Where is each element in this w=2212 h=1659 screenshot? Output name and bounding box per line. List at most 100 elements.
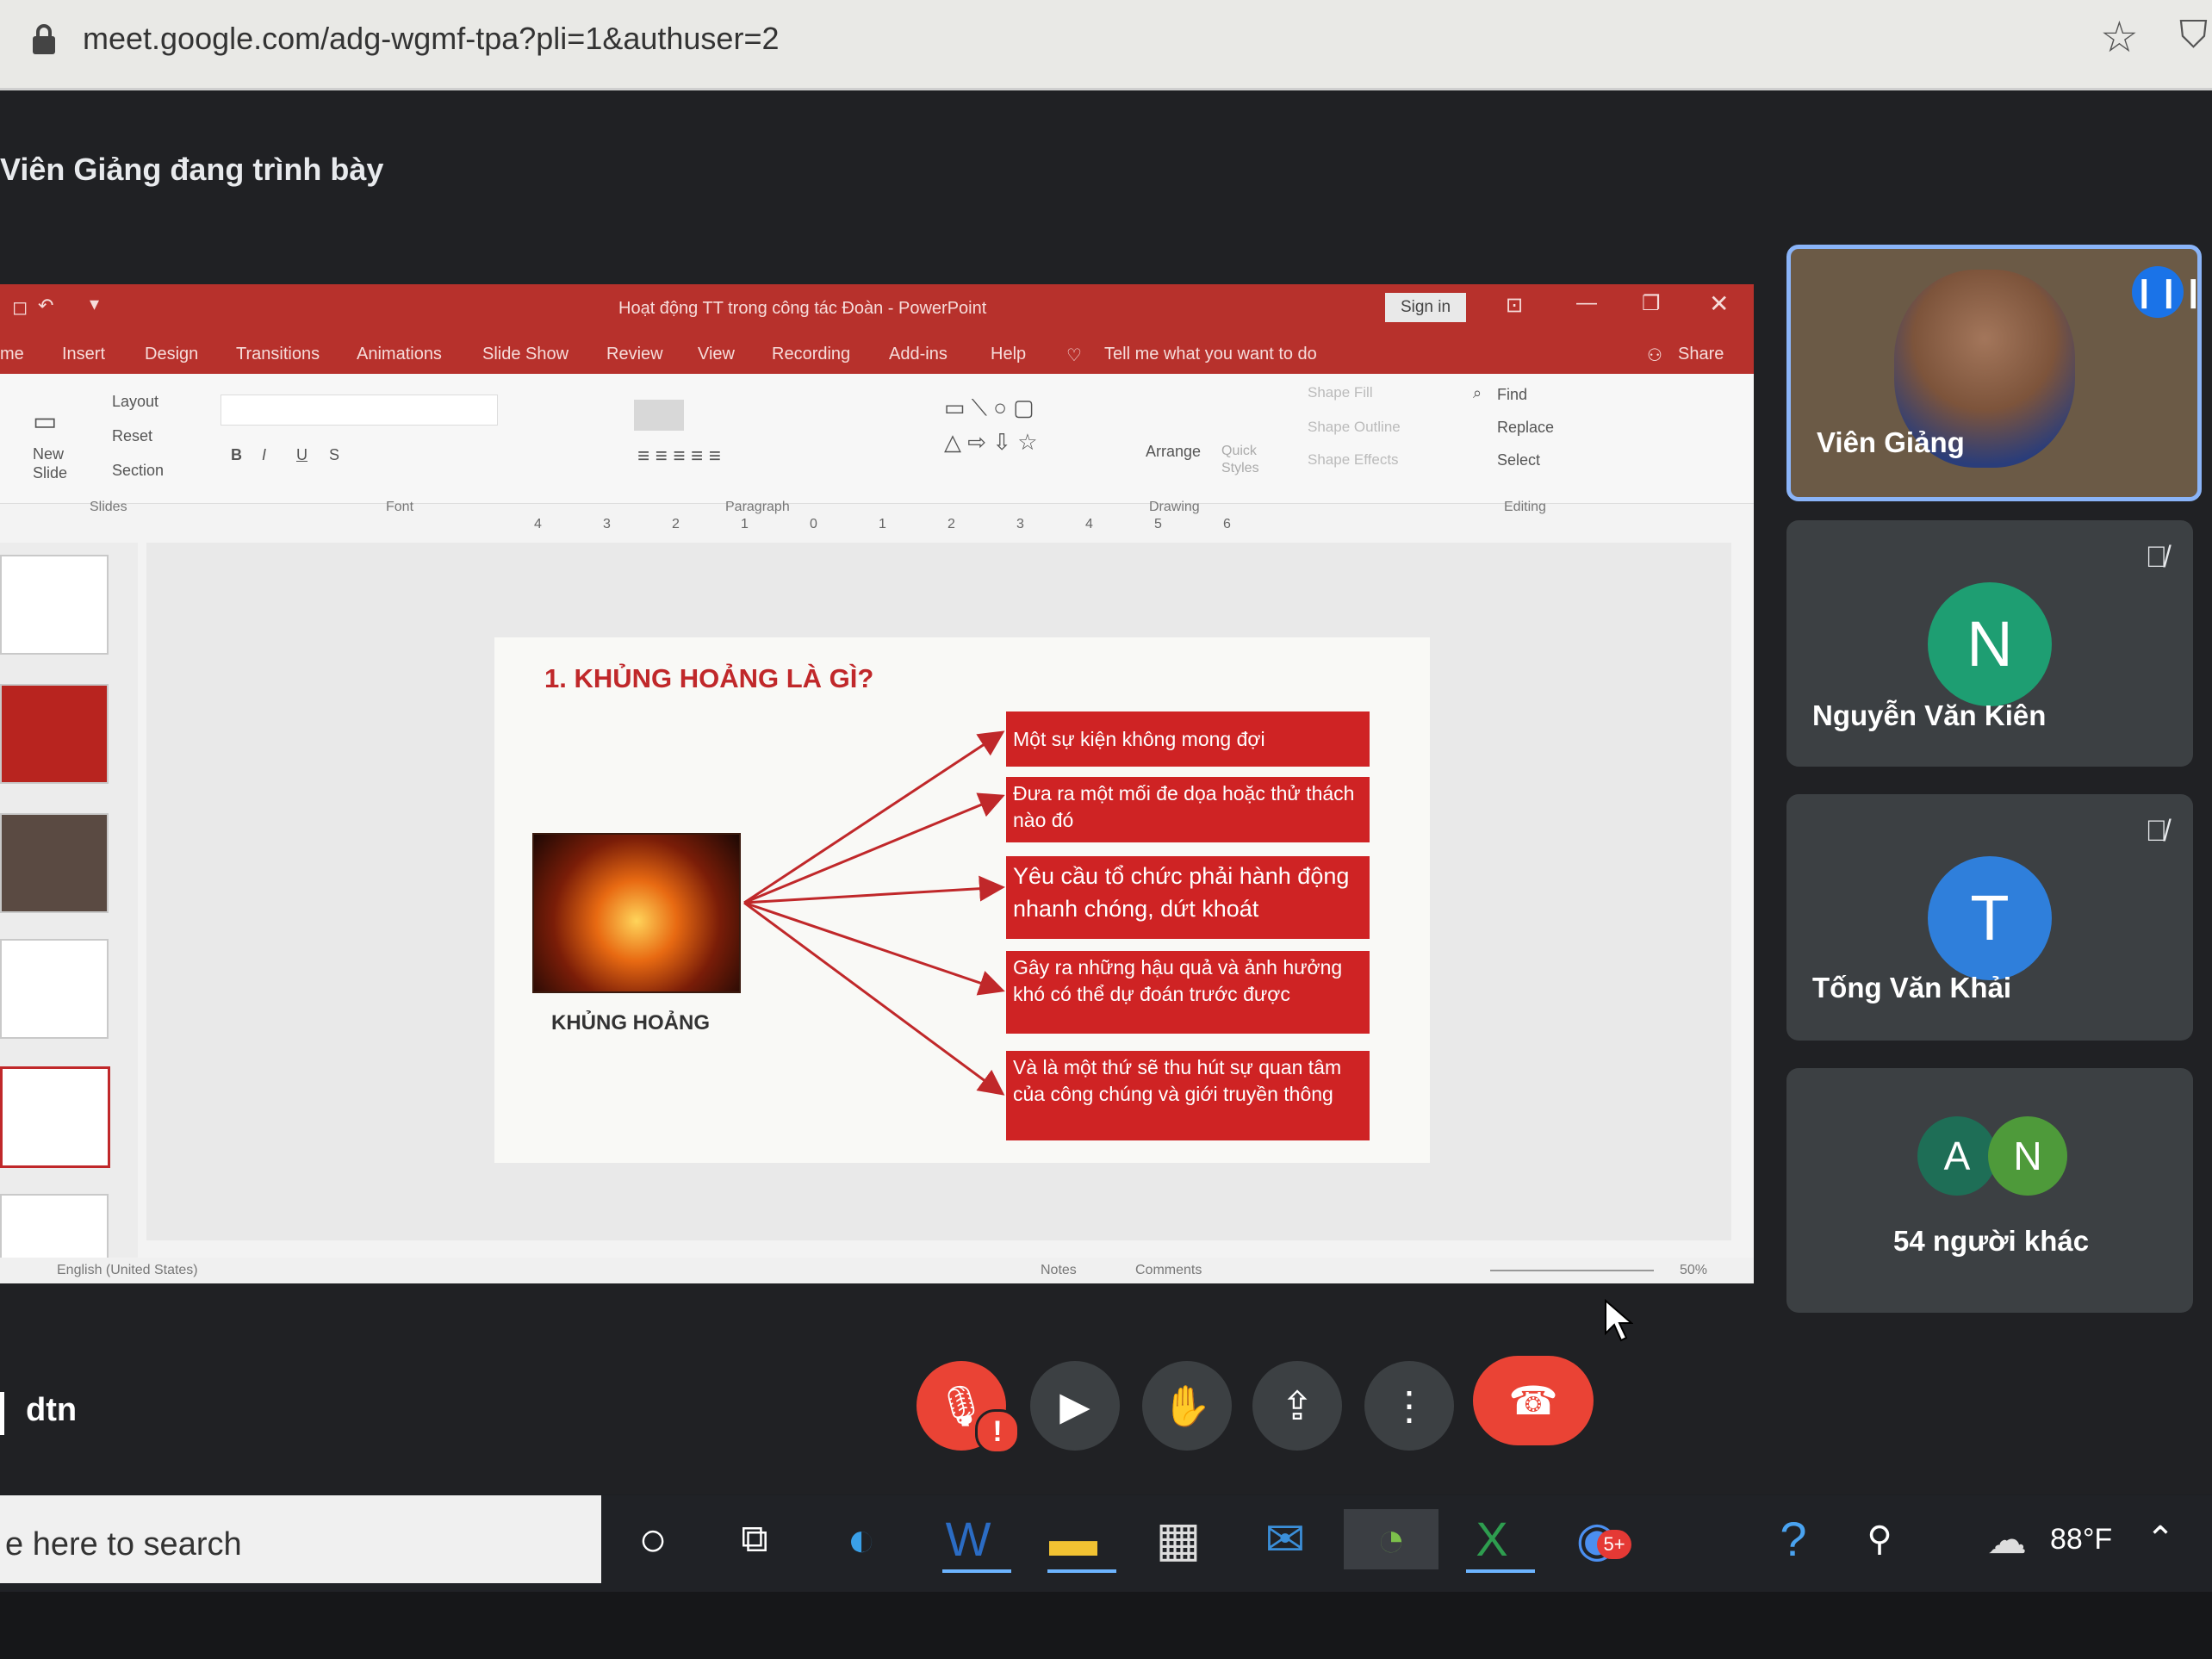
close-icon[interactable]: ✕ (1709, 289, 1729, 318)
arrange-button[interactable]: Arrange (1146, 443, 1201, 461)
participant-tile[interactable]: 🎙̸ T Tống Văn Khải (1786, 794, 2193, 1041)
tab-design[interactable]: Design (145, 345, 198, 364)
tab-slide-show[interactable]: Slide Show (482, 345, 569, 364)
tab-review[interactable]: Review (606, 345, 663, 364)
ppt-titlebar: ◻ ↶ ▾ Hoạt động TT trong công tác Đoàn -… (0, 284, 1754, 334)
tell-me-search[interactable]: Tell me what you want to do (1104, 345, 1317, 364)
avatar: N (1928, 582, 2052, 706)
shapes-gallery-icon[interactable]: ▭ ⟍ ○ ▢ (944, 395, 1035, 422)
underline-icon[interactable]: U (296, 446, 308, 464)
italic-icon[interactable]: I (262, 446, 266, 464)
notes-button[interactable]: Notes (1041, 1263, 1077, 1278)
shared-powerpoint-window: ◻ ↶ ▾ Hoạt động TT trong công tác Đoàn -… (0, 284, 1754, 1283)
qat-dropdown-icon[interactable]: ▾ (90, 293, 99, 315)
word-icon[interactable]: W (932, 1509, 1004, 1569)
maximize-icon[interactable]: ❐ (1642, 291, 1661, 316)
tab-insert[interactable]: Insert (62, 345, 105, 364)
people-icon[interactable]: ⚲ (1843, 1509, 1916, 1569)
tab-help[interactable]: Help (991, 345, 1026, 364)
camera-toggle-button[interactable]: ▶ (1030, 1361, 1120, 1451)
url-text[interactable]: meet.google.com/adg-wgmf-tpa?pli=1&authu… (83, 21, 780, 57)
slide-thumbnail-selected[interactable] (0, 1066, 110, 1168)
current-slide[interactable]: 1. KHỦNG HOẢNG LÀ GÌ? KHỦNG HOẢNG Một sự… (494, 637, 1430, 1163)
task-view-icon[interactable]: ⧉ (718, 1509, 791, 1569)
tab-animations[interactable]: Animations (357, 345, 442, 364)
slide-thumbnail[interactable] (0, 939, 109, 1039)
new-slide-button[interactable]: New Slide (33, 444, 76, 482)
definition-box: Và là một thứ sẽ thu hút sự quan tâm của… (1006, 1051, 1370, 1140)
definition-box: Một sự kiện không mong đợi (1006, 711, 1370, 767)
slide-thumbnails-pane (0, 543, 138, 1283)
layout-button[interactable]: Layout (112, 393, 158, 411)
sign-in-button[interactable]: Sign in (1385, 293, 1466, 322)
shape-effects-button[interactable]: Shape Effects (1308, 451, 1399, 469)
cortana-icon[interactable]: ○ (617, 1509, 689, 1569)
others-tile[interactable]: A N 54 người khác (1786, 1068, 2193, 1313)
slide-thumbnail[interactable] (0, 684, 109, 784)
tab-home[interactable]: me (0, 345, 24, 364)
tab-recording[interactable]: Recording (772, 345, 850, 364)
reset-button[interactable]: Reset (112, 427, 152, 445)
slide-thumbnail[interactable] (0, 813, 109, 913)
tab-view[interactable]: View (698, 345, 735, 364)
shape-outline-button[interactable]: Shape Outline (1308, 419, 1401, 436)
minimize-icon[interactable]: — (1576, 291, 1597, 315)
group-slides-label: Slides (90, 500, 127, 514)
help-icon[interactable]: ? (1757, 1509, 1830, 1569)
shape-fill-button[interactable]: Shape Fill (1308, 384, 1373, 401)
replace-button[interactable]: Replace (1497, 419, 1554, 437)
bold-icon[interactable]: B (231, 446, 242, 464)
more-options-icon[interactable]: ⋮ (1364, 1361, 1454, 1451)
browser-url-bar[interactable]: meet.google.com/adg-wgmf-tpa?pli=1&authu… (0, 0, 2212, 90)
excel-icon[interactable]: X (1456, 1509, 1528, 1569)
file-explorer-icon[interactable]: ▬ (1037, 1509, 1109, 1569)
save-icon[interactable]: ◻ (12, 296, 28, 319)
app-running-indicator (1466, 1569, 1535, 1573)
zoom-slider[interactable] (1490, 1270, 1654, 1271)
undo-icon[interactable]: ↶ (38, 295, 53, 317)
font-name-box[interactable] (221, 395, 498, 426)
find-button[interactable]: Find (1497, 386, 1527, 404)
quick-styles-button[interactable]: Quick Styles (1221, 443, 1259, 477)
align-icon[interactable]: ≡ ≡ ≡ ≡ ≡ (637, 444, 721, 469)
edge-icon[interactable]: ◐ (825, 1509, 898, 1569)
slide-thumbnail[interactable] (0, 555, 109, 655)
bookmark-star-icon[interactable]: ☆ (2100, 12, 2139, 62)
lock-icon (33, 24, 55, 54)
shield-icon[interactable]: ⛉ (2179, 14, 2208, 57)
weather-temperature[interactable]: 88°F (2050, 1509, 2112, 1569)
ribbon-display-icon[interactable]: ⊡ (1506, 293, 1523, 318)
leave-call-button[interactable]: ☎ (1473, 1356, 1594, 1445)
weather-cloud-icon: ☁ (1987, 1517, 2027, 1562)
present-screen-button[interactable]: ⇪ (1252, 1361, 1342, 1451)
select-button[interactable]: Select (1497, 451, 1540, 469)
text-box-gallery[interactable] (634, 400, 684, 431)
participant-tile[interactable]: 🎙̸ N Nguyễn Văn Kiên (1786, 520, 2193, 767)
zoom-level[interactable]: 50% (1680, 1263, 1707, 1278)
app-running-indicator (942, 1569, 1011, 1573)
share-button[interactable]: Share (1678, 345, 1724, 364)
participant-tile-presenter[interactable]: ❙❙❙ Viên Giảng (1786, 245, 2202, 501)
taskbar-search-box[interactable]: e here to search (0, 1495, 601, 1583)
section-button[interactable]: Section (112, 462, 164, 480)
group-drawing-label: Drawing (1149, 500, 1200, 514)
tab-add-ins[interactable]: Add-ins (889, 345, 948, 364)
group-font-label: Font (386, 500, 414, 514)
app-icon-active[interactable]: ◔ (1344, 1509, 1438, 1569)
language-status[interactable]: English (United States) (57, 1263, 198, 1278)
meeting-details-label[interactable]: dtn (26, 1392, 77, 1429)
strike-icon[interactable]: S (329, 446, 339, 464)
speaking-indicator-icon: ❙❙❙ (2132, 266, 2197, 318)
new-slide-icon[interactable]: ▭ (33, 407, 57, 437)
group-editing-label: Editing (1504, 500, 1546, 514)
mail-icon[interactable]: ✉ (1249, 1509, 1321, 1569)
store-icon[interactable]: ▦ (1142, 1509, 1215, 1569)
chevron-up-icon[interactable]: ⌃ (2124, 1509, 2196, 1569)
others-count-label: 54 người khác (1893, 1225, 2090, 1257)
tab-transitions[interactable]: Transitions (236, 345, 320, 364)
raise-hand-button[interactable]: ✋ (1142, 1361, 1232, 1451)
comments-button[interactable]: Comments (1135, 1263, 1202, 1278)
definition-box: Yêu cầu tổ chức phải hành động nhanh chó… (1006, 856, 1370, 939)
shapes-row-icon[interactable]: △ ⇨ ⇩ ☆ (944, 429, 1038, 456)
search-placeholder: e here to search (5, 1526, 242, 1563)
